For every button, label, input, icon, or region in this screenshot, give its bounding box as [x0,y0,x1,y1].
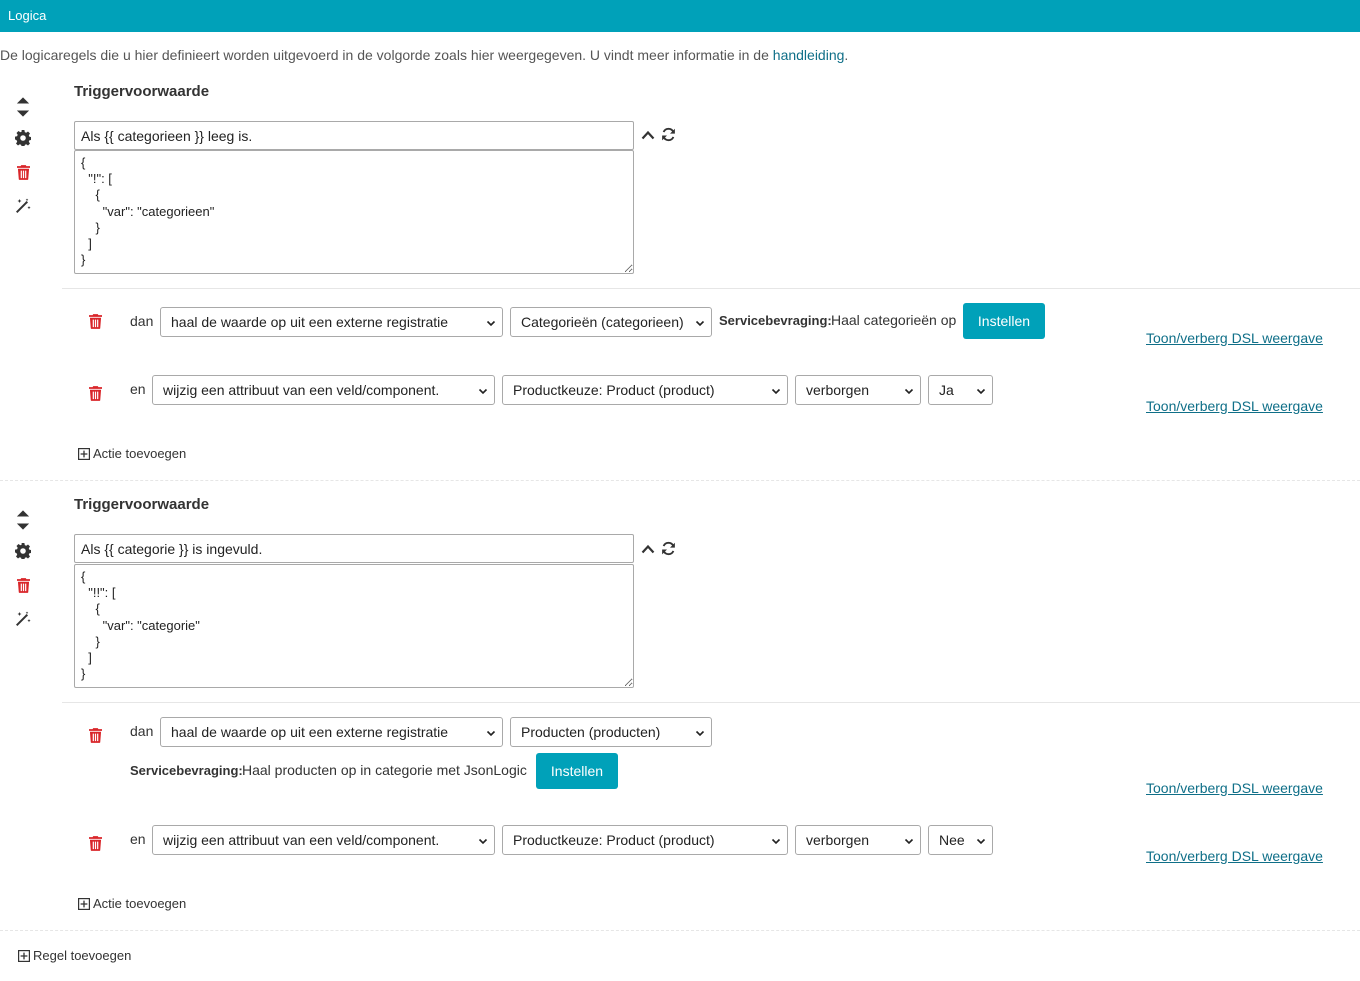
component-select[interactable]: Productkeuze: Product (product) [502,375,788,405]
variable-select[interactable]: Categorieën (categorieen) [510,307,712,337]
action-type-select[interactable]: haal de waarde op uit een externe regist… [160,717,503,747]
chevron-up-icon[interactable] [640,541,656,557]
attribute-value: verborgen [806,382,870,398]
service-label: Servicebevraging: [130,763,243,778]
action-type-value: wijzig een attribuut van een veld/compon… [163,382,440,398]
trash-icon[interactable] [86,726,104,744]
intro-text: De logicaregels die u hier definieert wo… [0,47,848,63]
refresh-icon[interactable] [660,540,676,556]
toggle-dsl-link[interactable]: Toon/verberg DSL weergave [1146,780,1323,796]
chevron-down-icon [478,386,488,396]
trigger-description-input[interactable] [74,534,634,563]
action-type-select[interactable]: haal de waarde op uit een externe regist… [160,307,503,337]
chevron-up-icon[interactable] [640,127,656,143]
chevron-down-icon [478,836,488,846]
chevron-down-icon [695,318,705,328]
refresh-icon[interactable] [660,126,676,142]
sort-icon[interactable] [14,509,32,531]
add-action-label: Actie toevoegen [93,896,187,911]
intro-suffix: . [844,47,849,63]
sort-icon[interactable] [14,96,32,118]
plus-square-icon [18,950,30,962]
chevron-down-icon [771,836,781,846]
chevron-down-icon [771,386,781,396]
attribute-select[interactable]: verborgen [795,825,921,855]
plus-square-icon [78,898,90,910]
trigger-json-editor[interactable]: { "!!": [ { "var": "categorie" } ] } [74,564,634,688]
rule-divider [0,480,1360,481]
variable-select[interactable]: Producten (producten) [510,717,712,747]
add-rule-link[interactable]: Regel toevoegen [18,948,131,963]
toggle-dsl-link[interactable]: Toon/verberg DSL weergave [1146,848,1323,864]
toggle-dsl-link[interactable]: Toon/verberg DSL weergave [1146,330,1323,346]
service-value: Haal categorieën op [831,312,957,328]
action-connector: en [130,831,146,847]
configure-button[interactable]: Instellen [963,303,1045,339]
intro-body: De logicaregels die u hier definieert wo… [0,47,773,63]
chevron-down-icon [976,836,986,846]
add-action-link[interactable]: Actie toevoegen [78,896,186,911]
chevron-down-icon [486,318,496,328]
variable-value: Categorieën (categorieen) [521,314,684,330]
service-value: Haal producten op in categorie met JsonL… [242,762,527,778]
trash-icon[interactable] [86,834,104,852]
value-select[interactable]: Ja [928,375,993,405]
action-type-value: haal de waarde op uit een externe regist… [171,724,449,740]
component-select[interactable]: Productkeuze: Product (product) [502,825,788,855]
chevron-down-icon [486,728,496,738]
trigger-heading: Triggervoorwaarde [74,83,210,100]
gear-icon[interactable] [14,542,32,560]
trash-icon[interactable] [14,576,32,594]
action-type-value: haal de waarde op uit een externe regist… [171,314,449,330]
gear-icon[interactable] [14,129,32,147]
action-type-value: wijzig een attribuut van een veld/compon… [163,832,440,848]
action-connector: en [130,381,146,397]
component-value: Productkeuze: Product (product) [513,382,715,398]
action-type-select[interactable]: wijzig een attribuut van een veld/compon… [152,375,495,405]
magic-wand-icon[interactable] [14,610,32,628]
value-value: Nee [939,832,965,848]
divider [62,702,1360,703]
component-value: Productkeuze: Product (product) [513,832,715,848]
add-rule-label: Regel toevoegen [33,948,132,963]
action-connector: dan [130,313,154,329]
trigger-description-input[interactable] [74,121,634,150]
toggle-dsl-link[interactable]: Toon/verberg DSL weergave [1146,398,1323,414]
trash-icon[interactable] [14,163,32,181]
chevron-down-icon [695,728,705,738]
add-action-link[interactable]: Actie toevoegen [78,446,186,461]
variable-value: Producten (producten) [521,724,661,740]
trash-icon[interactable] [86,384,104,402]
divider [62,288,1360,289]
magic-wand-icon[interactable] [14,197,32,215]
add-action-label: Actie toevoegen [93,446,187,461]
value-select[interactable]: Nee [928,825,993,855]
chevron-down-icon [904,836,914,846]
action-type-select[interactable]: wijzig een attribuut van een veld/compon… [152,825,495,855]
trigger-heading: Triggervoorwaarde [74,496,210,513]
action-connector: dan [130,723,154,739]
panel-title: Logica [8,8,47,23]
plus-square-icon [78,448,90,460]
service-label: Servicebevraging: [719,313,832,328]
trash-icon[interactable] [86,312,104,330]
value-value: Ja [939,382,954,398]
panel-header: Logica [0,0,1360,32]
attribute-value: verborgen [806,832,870,848]
configure-button[interactable]: Instellen [536,753,618,789]
manual-link[interactable]: handleiding [773,47,845,63]
trigger-json-editor[interactable]: { "!": [ { "var": "categorieen" } ] } [74,150,634,274]
attribute-select[interactable]: verborgen [795,375,921,405]
chevron-down-icon [976,386,986,396]
rule-divider [0,930,1360,931]
chevron-down-icon [904,386,914,396]
